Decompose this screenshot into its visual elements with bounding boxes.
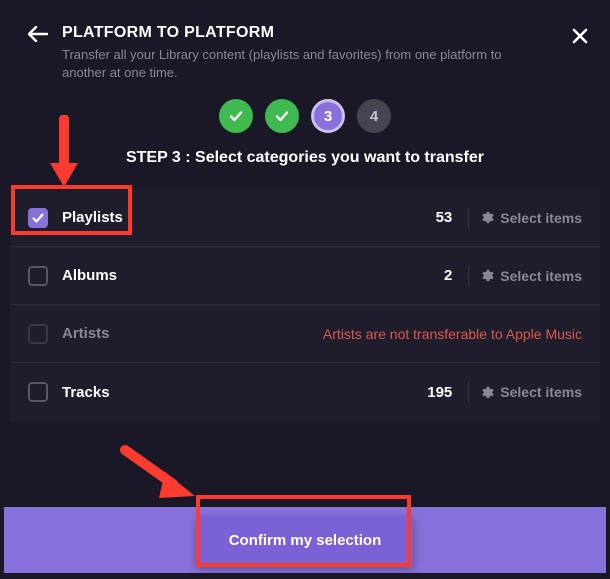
stepper: 3 4 bbox=[0, 99, 610, 133]
checkbox-artists bbox=[28, 324, 48, 344]
category-row-tracks[interactable]: Tracks 195 Select items bbox=[10, 363, 600, 421]
step-1-done bbox=[219, 99, 253, 133]
step-2-done bbox=[265, 99, 299, 133]
category-row-playlists[interactable]: Playlists 53 Select items bbox=[10, 189, 600, 247]
close-icon[interactable] bbox=[572, 28, 588, 44]
step-heading-label: STEP 3 bbox=[126, 149, 181, 166]
checkbox-albums[interactable] bbox=[28, 266, 48, 286]
category-row-albums[interactable]: Albums 2 Select items bbox=[10, 247, 600, 305]
category-row-artists: Artists Artists are not transferable to … bbox=[10, 305, 600, 363]
modal-subtitle: Transfer all your Library content (playl… bbox=[62, 46, 522, 81]
select-items-playlists[interactable]: Select items bbox=[479, 210, 582, 226]
count-albums: 2 bbox=[444, 267, 452, 284]
modal-title: PLATFORM TO PLATFORM bbox=[62, 24, 582, 42]
back-arrow-icon[interactable] bbox=[28, 26, 48, 42]
gear-icon bbox=[479, 210, 494, 225]
step-4-future: 4 bbox=[357, 99, 391, 133]
label-tracks: Tracks bbox=[62, 384, 427, 401]
artists-warning: Artists are not transferable to Apple Mu… bbox=[323, 326, 582, 342]
footer-bar: Confirm my selection bbox=[4, 507, 606, 573]
categories-list: Playlists 53 Select items Albums 2 Selec… bbox=[10, 189, 600, 421]
step-3-current: 3 bbox=[311, 99, 345, 133]
select-items-albums[interactable]: Select items bbox=[479, 268, 582, 284]
checkbox-tracks[interactable] bbox=[28, 382, 48, 402]
step-heading-text: Select categories you want to transfer bbox=[195, 149, 484, 166]
label-albums: Albums bbox=[62, 267, 444, 284]
checkbox-playlists[interactable] bbox=[28, 208, 48, 228]
label-playlists: Playlists bbox=[62, 209, 436, 226]
select-items-tracks[interactable]: Select items bbox=[479, 384, 582, 400]
gear-icon bbox=[479, 385, 494, 400]
gear-icon bbox=[479, 268, 494, 283]
step-heading: STEP 3 : Select categories you want to t… bbox=[0, 149, 610, 167]
annotation-arrow-confirm bbox=[115, 440, 205, 510]
count-tracks: 195 bbox=[427, 384, 452, 401]
label-artists: Artists bbox=[62, 325, 323, 342]
count-playlists: 53 bbox=[436, 209, 453, 226]
confirm-button[interactable]: Confirm my selection bbox=[197, 516, 414, 565]
